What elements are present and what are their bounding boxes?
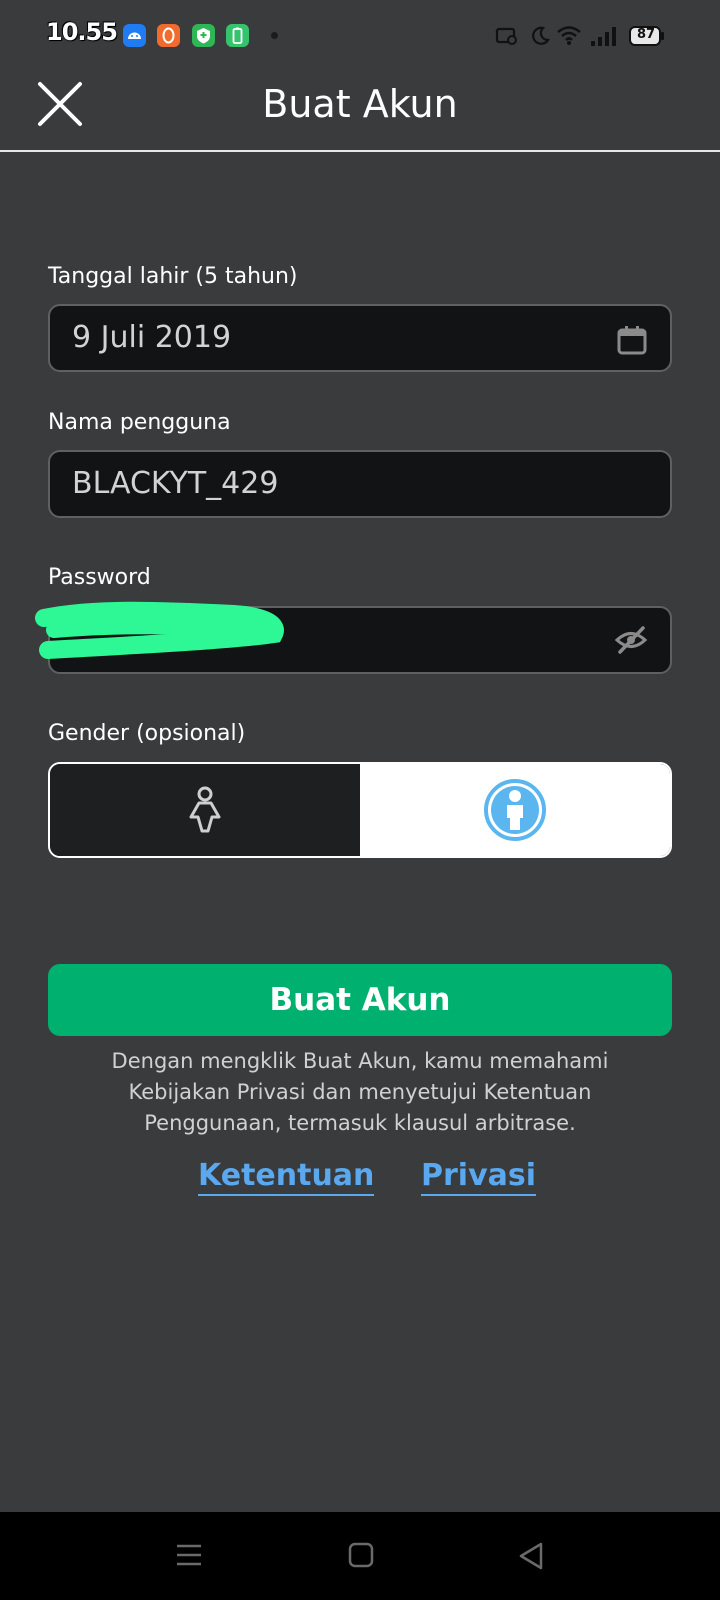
home-square-icon[interactable]: [348, 1542, 374, 1572]
shield-app-icon: [192, 24, 215, 47]
battery-app-icon: [226, 24, 249, 47]
calendar-icon[interactable]: [616, 324, 648, 360]
gender-selector: [48, 762, 672, 858]
privacy-link[interactable]: Privasi: [421, 1158, 537, 1196]
screencast-icon: [495, 26, 519, 50]
password-label: Password: [48, 565, 151, 590]
gender-label: Gender (opsional): [48, 721, 246, 746]
menu-icon[interactable]: [176, 1542, 202, 1572]
create-account-button[interactable]: Buat Akun: [48, 964, 672, 1036]
signal-icon: [590, 25, 618, 51]
orange-app-icon: [157, 24, 180, 47]
moon-icon: [530, 26, 550, 50]
terms-link[interactable]: Ketentuan: [198, 1158, 375, 1196]
username-field[interactable]: BLACKYT_429: [48, 450, 672, 518]
username-label: Nama pengguna: [48, 410, 231, 435]
notification-dot: [271, 32, 278, 39]
gender-option-male[interactable]: [360, 764, 670, 856]
header-divider: [0, 150, 720, 152]
battery-icon: 87: [629, 26, 665, 50]
birthdate-field[interactable]: 9 Juli 2019: [48, 304, 672, 372]
legal-text: Dengan mengklik Buat Akun, kamu memahami…: [111, 1049, 609, 1135]
birthdate-value: 9 Juli 2019: [72, 320, 232, 355]
battery-level: 87: [636, 27, 656, 42]
eye-off-icon[interactable]: [614, 625, 648, 659]
back-triangle-icon[interactable]: [518, 1542, 544, 1574]
status-bar: 10.55 87: [0, 0, 720, 70]
status-time: 10.55: [46, 18, 118, 46]
female-icon: [189, 786, 221, 833]
redaction-scribble: [35, 601, 284, 659]
android-icon: [123, 24, 146, 47]
system-nav-bar: [0, 1512, 720, 1600]
gender-option-female[interactable]: [50, 764, 360, 856]
birthdate-label: Tanggal lahir (5 tahun): [48, 264, 298, 289]
username-value: BLACKYT_429: [72, 466, 279, 501]
page-title: Buat Akun: [262, 82, 458, 126]
male-icon: [484, 779, 546, 841]
wifi-icon: [556, 24, 582, 50]
